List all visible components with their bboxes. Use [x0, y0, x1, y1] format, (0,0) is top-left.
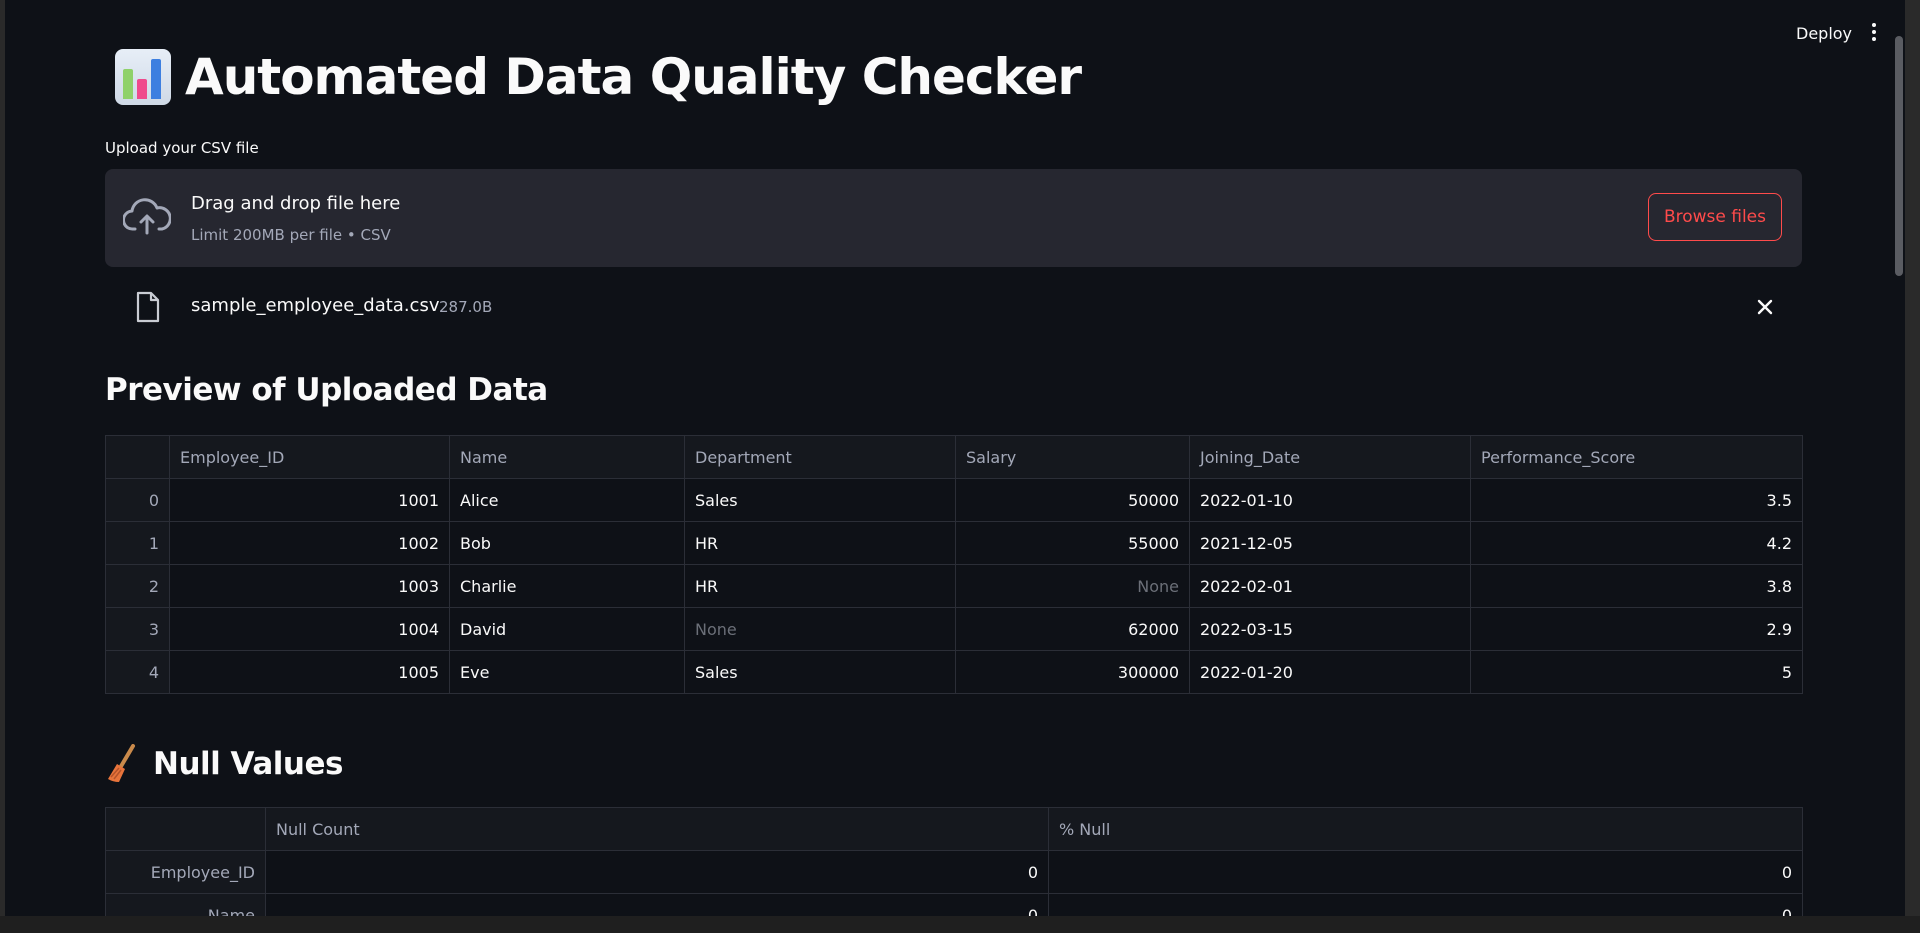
- table-cell[interactable]: 4.2: [1470, 521, 1803, 565]
- preview-heading: Preview of Uploaded Data: [105, 372, 548, 408]
- table-cell[interactable]: 55000: [955, 521, 1190, 565]
- page-title-text: Automated Data Quality Checker: [185, 48, 1082, 106]
- table-cell[interactable]: 0: [1048, 850, 1803, 894]
- table-row: 4 1005 Eve Sales 300000 2022-01-20 5: [105, 650, 1803, 694]
- table-cell[interactable]: Eve: [449, 650, 685, 694]
- table-cell[interactable]: 2022-02-01: [1189, 564, 1471, 608]
- table-cell[interactable]: Charlie: [449, 564, 685, 608]
- column-header[interactable]: [105, 807, 266, 851]
- table-row: Employee_ID 0 0: [105, 850, 1803, 894]
- table-cell[interactable]: 62000: [955, 607, 1190, 651]
- table-cell[interactable]: Bob: [449, 521, 685, 565]
- table-cell[interactable]: 2022-01-10: [1189, 478, 1471, 522]
- table-cell[interactable]: HR: [684, 521, 956, 565]
- row-index: 2: [105, 564, 170, 608]
- file-icon: [136, 291, 160, 323]
- column-header[interactable]: Employee_ID: [169, 435, 450, 479]
- table-cell[interactable]: David: [449, 607, 685, 651]
- main-menu-icon[interactable]: [1866, 20, 1882, 44]
- table-cell[interactable]: 2021-12-05: [1189, 521, 1471, 565]
- row-index: Employee_ID: [105, 850, 266, 894]
- table-row: 3 1004 David None 62000 2022-03-15 2.9: [105, 607, 1803, 651]
- table-cell-null[interactable]: None: [684, 607, 956, 651]
- table-cell[interactable]: 3.8: [1470, 564, 1803, 608]
- row-index: 3: [105, 607, 170, 651]
- table-header-row: Employee_ID Name Department Salary Joini…: [105, 435, 1803, 479]
- table-cell[interactable]: 300000: [955, 650, 1190, 694]
- column-header[interactable]: Department: [684, 435, 956, 479]
- table-cell[interactable]: 1004: [169, 607, 450, 651]
- broom-icon: [108, 744, 135, 782]
- app-window: Deploy Automated Data Quality Checker Up…: [5, 0, 1905, 916]
- table-cell[interactable]: 1003: [169, 564, 450, 608]
- column-header[interactable]: % Null: [1048, 807, 1803, 851]
- table-cell[interactable]: 2.9: [1470, 607, 1803, 651]
- preview-table[interactable]: Employee_ID Name Department Salary Joini…: [105, 435, 1803, 694]
- uploaded-file-size: 287.0B: [439, 298, 493, 316]
- table-cell[interactable]: Sales: [684, 478, 956, 522]
- table-cell[interactable]: 5: [1470, 650, 1803, 694]
- cloud-upload-icon: [123, 198, 171, 235]
- null-values-heading-text: Null Values: [153, 746, 343, 782]
- null-values-table[interactable]: Null Count % Null Employee_ID 0 0 Name 0…: [105, 807, 1803, 916]
- table-cell[interactable]: 1005: [169, 650, 450, 694]
- table-cell[interactable]: Sales: [684, 650, 956, 694]
- column-header[interactable]: [105, 435, 170, 479]
- uploader-label: Upload your CSV file: [105, 139, 259, 157]
- table-cell[interactable]: 3.5: [1470, 478, 1803, 522]
- column-header[interactable]: Name: [449, 435, 685, 479]
- table-cell[interactable]: 0: [265, 850, 1049, 894]
- column-header[interactable]: Salary: [955, 435, 1190, 479]
- browse-files-button[interactable]: Browse files: [1647, 193, 1782, 241]
- row-index: 0: [105, 478, 170, 522]
- table-cell-null[interactable]: None: [955, 564, 1190, 608]
- table-cell[interactable]: 1002: [169, 521, 450, 565]
- table-row: 0 1001 Alice Sales 50000 2022-01-10 3.5: [105, 478, 1803, 522]
- table-cell[interactable]: 2022-01-20: [1189, 650, 1471, 694]
- table-cell[interactable]: 1001: [169, 478, 450, 522]
- remove-file-icon[interactable]: [1753, 295, 1777, 319]
- dropzone-limit-text: Limit 200MB per file • CSV: [191, 226, 391, 244]
- page-title: Automated Data Quality Checker: [115, 48, 1082, 106]
- bar-chart-icon: [115, 49, 171, 105]
- dropzone-title: Drag and drop file here: [191, 193, 401, 214]
- table-cell[interactable]: 50000: [955, 478, 1190, 522]
- table-cell[interactable]: 2022-03-15: [1189, 607, 1471, 651]
- table-row: 1 1002 Bob HR 55000 2021-12-05 4.2: [105, 521, 1803, 565]
- file-dropzone[interactable]: Drag and drop file here Limit 200MB per …: [105, 169, 1802, 267]
- os-taskbar: [0, 916, 1920, 933]
- row-index: Name: [105, 893, 266, 916]
- column-header[interactable]: Performance_Score: [1470, 435, 1803, 479]
- column-header[interactable]: Joining_Date: [1189, 435, 1471, 479]
- row-index: 4: [105, 650, 170, 694]
- vertical-scrollbar[interactable]: [1895, 36, 1903, 276]
- uploaded-file-item: sample_employee_data.csv 287.0B: [105, 285, 1802, 329]
- table-cell[interactable]: HR: [684, 564, 956, 608]
- table-row: Name 0 0: [105, 893, 1803, 916]
- deploy-button[interactable]: Deploy: [1790, 20, 1858, 47]
- column-header[interactable]: Null Count: [265, 807, 1049, 851]
- table-header-row: Null Count % Null: [105, 807, 1803, 851]
- table-cell[interactable]: Alice: [449, 478, 685, 522]
- table-cell[interactable]: 0: [265, 893, 1049, 916]
- table-row: 2 1003 Charlie HR None 2022-02-01 3.8: [105, 564, 1803, 608]
- row-index: 1: [105, 521, 170, 565]
- null-values-heading: Null Values: [105, 744, 343, 784]
- uploaded-file-name: sample_employee_data.csv: [191, 295, 440, 316]
- table-cell[interactable]: 0: [1048, 893, 1803, 916]
